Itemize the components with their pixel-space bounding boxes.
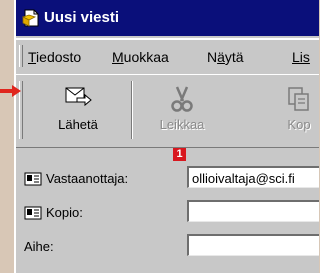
callout-badge: 1: [173, 148, 186, 161]
cc-label: Kopio:: [46, 205, 83, 220]
to-label: Vastaanottaja:: [46, 171, 129, 186]
send-button[interactable]: Lähetä: [38, 81, 118, 141]
copy-button[interactable]: Kop: [259, 81, 319, 141]
to-row: Vastaanottaja: ollioivaltaja@sci.fi: [16, 166, 319, 192]
cut-label: Leikkaa: [159, 117, 205, 132]
menubar-grip[interactable]: [19, 45, 23, 67]
menu-view[interactable]: Näytä: [207, 49, 244, 65]
scissors-icon: [171, 86, 193, 112]
subject-row: Aihe:: [16, 234, 319, 260]
copy-icon: [288, 87, 309, 111]
to-input[interactable]: ollioivaltaja@sci.fi: [187, 166, 319, 188]
send-label: Lähetä: [58, 117, 98, 132]
new-message-icon: [22, 9, 39, 27]
compose-window: Uusi viesti Tiedosto Muokkaa Näytä Lis L…: [14, 0, 319, 273]
cc-input[interactable]: [187, 200, 319, 222]
subject-input[interactable]: [187, 234, 319, 256]
window-title: Uusi viesti: [44, 9, 120, 26]
toolbar-separator: [131, 81, 133, 139]
cc-label-button[interactable]: Kopio:: [24, 205, 83, 220]
toolbar: Lähetä Leikkaa Kop: [16, 74, 319, 148]
copy-label: Kop: [287, 117, 311, 132]
cut-button[interactable]: Leikkaa: [142, 81, 222, 141]
send-icon: [65, 87, 92, 107]
menu-insert[interactable]: Lis: [292, 49, 310, 65]
message-header-fields: Vastaanottaja: ollioivaltaja@sci.fi Kopi…: [16, 148, 319, 273]
menu-bar: Tiedosto Muokkaa Näytä Lis: [16, 38, 319, 75]
address-book-icon: [24, 206, 42, 219]
cc-row: Kopio:: [16, 200, 319, 226]
address-book-icon: [24, 172, 42, 185]
callout-arrow-icon: [0, 85, 21, 97]
title-bar[interactable]: Uusi viesti: [16, 0, 319, 36]
to-label-button[interactable]: Vastaanottaja:: [24, 171, 128, 186]
menu-edit[interactable]: Muokkaa: [112, 49, 169, 65]
subject-label: Aihe:: [24, 239, 54, 254]
menu-file[interactable]: Tiedosto: [28, 49, 81, 65]
